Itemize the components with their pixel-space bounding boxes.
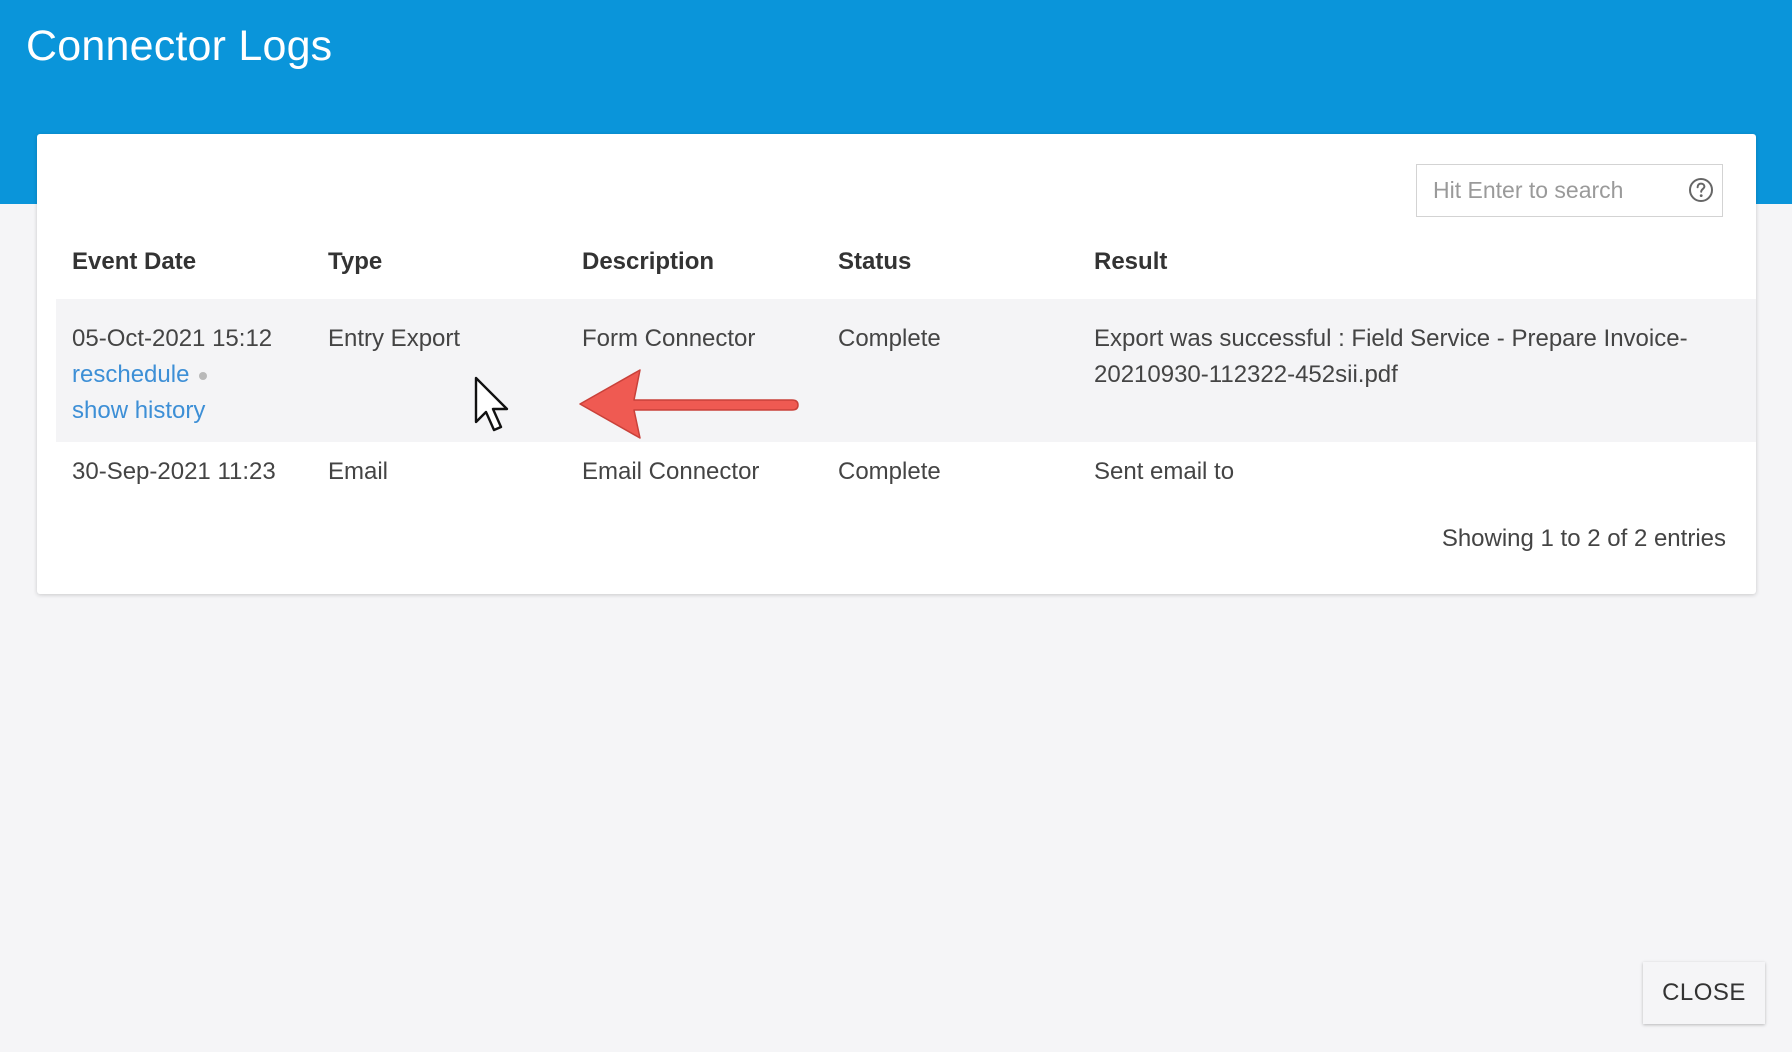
left-arrow-annotation-icon bbox=[579, 369, 799, 439]
result-cell: Export was successful : Field Service - … bbox=[1094, 325, 1688, 388]
column-header-event-date[interactable]: Event Date bbox=[72, 248, 196, 276]
search-input[interactable] bbox=[1417, 165, 1677, 216]
close-button[interactable]: CLOSE bbox=[1643, 962, 1765, 1024]
logs-card: Event Date Type Description Status Resul… bbox=[37, 134, 1756, 594]
column-header-type[interactable]: Type bbox=[328, 248, 382, 276]
table-row: 05-Oct-2021 15:12 reschedule show histor… bbox=[56, 299, 1756, 442]
show-history-link[interactable]: show history bbox=[72, 393, 272, 429]
entries-info: Showing 1 to 2 of 2 entries bbox=[1441, 525, 1726, 552]
column-header-status[interactable]: Status bbox=[838, 248, 911, 276]
description-cell: Email Connector bbox=[582, 458, 760, 485]
status-cell: Complete bbox=[838, 458, 941, 485]
status-cell: Complete bbox=[838, 325, 941, 352]
separator-dot bbox=[199, 371, 208, 380]
page-title: Connector Logs bbox=[26, 22, 333, 70]
result-cell: Sent email to bbox=[1094, 458, 1235, 485]
search-box bbox=[1416, 164, 1723, 217]
column-header-result[interactable]: Result bbox=[1094, 248, 1167, 276]
description-cell: Form Connector bbox=[582, 325, 756, 352]
column-header-description[interactable]: Description bbox=[582, 248, 714, 276]
table-row: 30-Sep-2021 11:23 Email Email Connector … bbox=[56, 442, 1756, 506]
event-date-cell: 05-Oct-2021 15:12 reschedule show histor… bbox=[72, 321, 272, 429]
type-cell: Email bbox=[328, 458, 389, 485]
event-date: 05-Oct-2021 15:12 bbox=[72, 325, 273, 352]
event-date: 30-Sep-2021 11:23 bbox=[72, 458, 276, 485]
help-icon[interactable] bbox=[1688, 177, 1714, 203]
type-cell: Entry Export bbox=[328, 325, 461, 352]
reschedule-link[interactable]: reschedule bbox=[72, 361, 189, 388]
mouse-pointer-icon bbox=[474, 376, 509, 432]
